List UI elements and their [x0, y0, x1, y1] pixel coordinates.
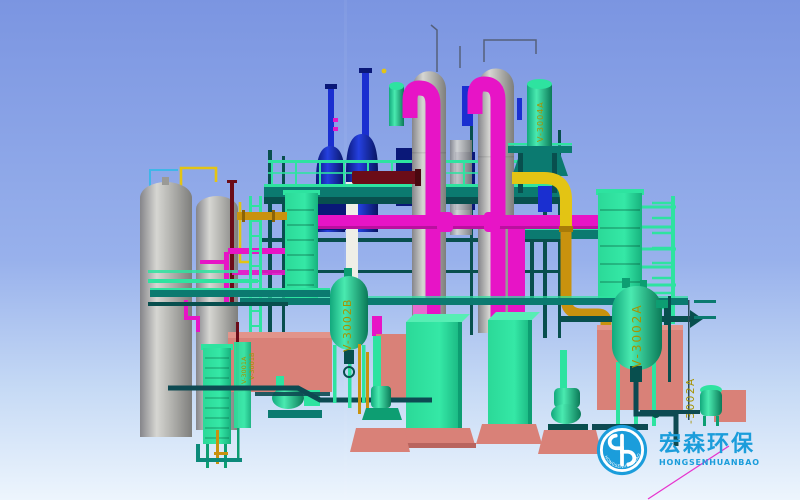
- pump-right-motor: [551, 404, 581, 424]
- v3002a-leg: [616, 362, 620, 426]
- v3004a-deck: [508, 146, 572, 153]
- maroon-header-pipe: [352, 171, 418, 184]
- v3002b-leg: [333, 345, 337, 403]
- v3002a-nozzle: [622, 278, 630, 288]
- frame-bar-far-right: [694, 316, 716, 319]
- box-tank-2-edge: [528, 320, 532, 424]
- teal-pipe-run: [148, 302, 288, 306]
- stack-leg: [237, 428, 240, 458]
- pump-center-body: [371, 386, 391, 408]
- pump-far-right-body: [700, 390, 722, 416]
- reactor-chimney-2: [362, 72, 369, 138]
- hongsen-logo-icon: HONGSENHUANBAO: [596, 424, 648, 476]
- company-name-en: HONGSENHUANBAO: [659, 458, 760, 467]
- deck: [150, 290, 330, 297]
- gold-flange: [559, 226, 573, 232]
- gold-line: [366, 352, 369, 414]
- green-pipe-run: [148, 279, 258, 283]
- small-yellow-fitting: [382, 69, 387, 74]
- pump-right-base: [548, 424, 588, 431]
- vessel-label-v3001b: V-3001B: [248, 353, 256, 380]
- maroon-riser-cap: [227, 180, 237, 183]
- magenta-coupling-1: [437, 212, 453, 232]
- pump-label-3002a: -3002A: [685, 377, 697, 424]
- company-name-block: 宏森环保 HONGSENHUANBAO: [659, 433, 760, 466]
- magenta-valve-body: [372, 316, 382, 336]
- stack-leg: [224, 444, 227, 468]
- gold-line: [358, 344, 361, 414]
- green-pipe-run: [148, 270, 238, 273]
- box-tank-2-top: [488, 312, 540, 320]
- vessel-label-v3004a: V-3004A: [536, 101, 545, 142]
- plate-stack-1: [203, 348, 231, 444]
- maroon-header-cap: [415, 169, 421, 186]
- v3004a-top: [527, 79, 552, 89]
- box-tank-1-top: [406, 314, 470, 322]
- box-tank-1: [406, 322, 462, 428]
- v3002a-side-nozzle: [656, 300, 668, 308]
- tank-nozzle: [162, 177, 169, 185]
- plant-3d-render: V-3004A: [0, 0, 800, 500]
- vessel-v3002b-group: V-3002B: [330, 268, 368, 408]
- frame-post-right: [668, 296, 671, 382]
- gold-flange-tick: [272, 210, 275, 222]
- maroon-riser: [230, 182, 234, 304]
- stack-leg: [206, 444, 209, 468]
- pump-center-column: [373, 336, 381, 388]
- company-watermark: HONGSENHUANBAO 宏森环保 HONGSENHUANBAO: [596, 424, 760, 476]
- pump-center-plinth: [350, 428, 410, 452]
- blue-stick: [517, 98, 522, 120]
- pump-right-riser: [560, 350, 567, 390]
- vessel-label-v3001a: V-3001A: [240, 356, 248, 384]
- frame-bar-far-right: [694, 300, 716, 303]
- green-cylinder-small: [389, 82, 404, 126]
- chimney-cap-1: [325, 84, 337, 89]
- vessel-label-v3002b: V-3002B: [341, 299, 354, 352]
- mid-deck-post: [530, 239, 534, 299]
- gold-tick: [214, 452, 228, 455]
- company-name-cn: 宏森环保: [659, 433, 760, 456]
- gold-flange-tick: [242, 210, 245, 222]
- pump-center-base: [362, 408, 402, 420]
- magenta-coupling-2: [484, 212, 500, 232]
- slab-left-top: [228, 332, 332, 339]
- pump-left-base: [268, 410, 322, 418]
- vessel-label-v3002a: V-3002A: [630, 303, 644, 368]
- magenta-run-left: [200, 260, 226, 264]
- box-tank-1-edge: [458, 322, 462, 428]
- box-tank-2: [488, 320, 532, 424]
- pump-right-plinth: [538, 430, 602, 454]
- box-tank-2-plinth: [476, 424, 542, 444]
- v3004a-blue-box: [538, 186, 552, 212]
- chimney-cap-2: [359, 68, 372, 73]
- chimney-valve-1: [333, 118, 338, 122]
- v3002b-leg: [362, 345, 366, 403]
- chimney-valve-2: [333, 127, 338, 131]
